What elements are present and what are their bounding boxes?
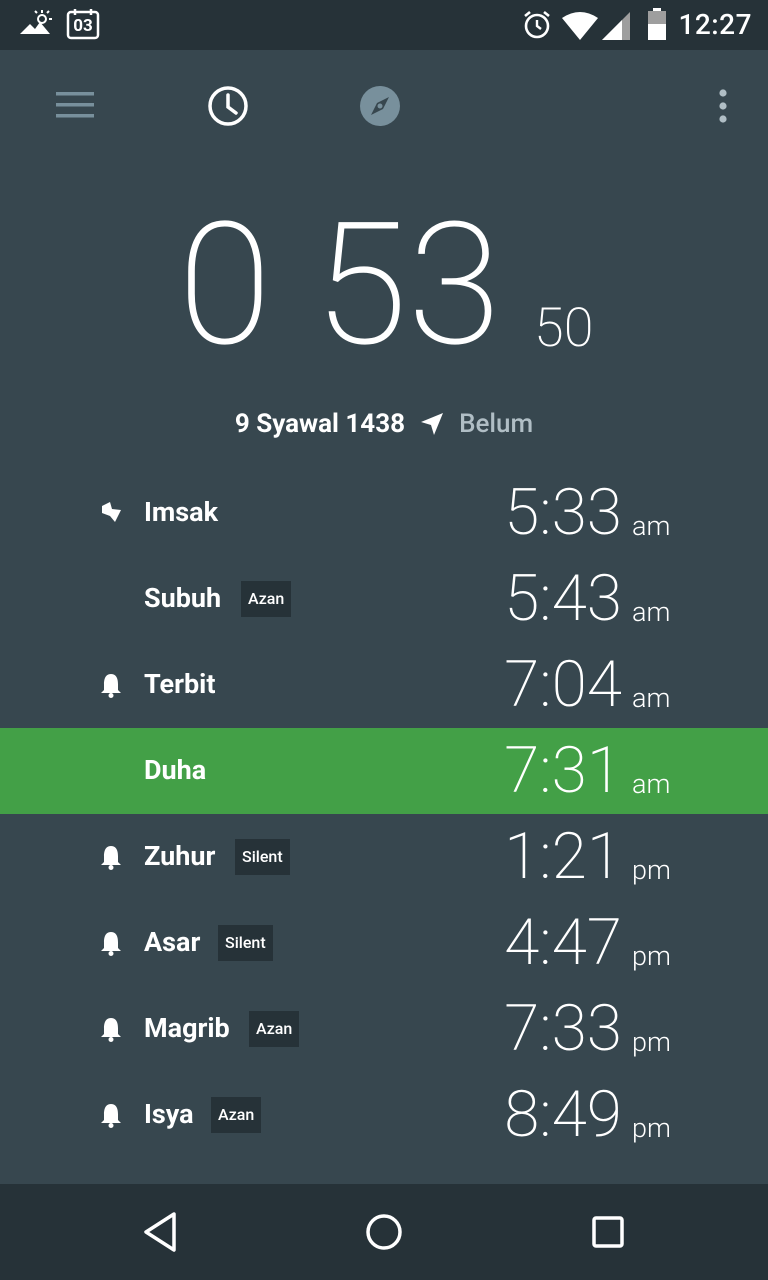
prayer-row-imsak[interactable]: Imsak 5:33 am — [0, 470, 768, 556]
prayer-time: 8:49 — [504, 1077, 622, 1152]
prayer-badge: Silent — [235, 839, 290, 875]
countdown-hours: 0 — [178, 185, 272, 385]
prayer-time: 7:31 — [504, 733, 622, 808]
prayer-ampm: am — [632, 596, 671, 628]
prayer-name: Asar — [144, 926, 201, 958]
bell-icon[interactable] — [99, 1016, 123, 1042]
prayer-times-list: Imsak 5:33 am Subuh Azan 5:43 am Terbit … — [0, 470, 768, 1158]
compass-icon[interactable] — [358, 84, 402, 132]
status-time: 12:27 — [678, 8, 752, 41]
prayer-row-duha[interactable]: Duha 7:31 am — [0, 728, 768, 814]
prayer-time: 1:21 — [504, 819, 622, 894]
overflow-icon[interactable] — [716, 88, 730, 128]
prayer-row-terbit[interactable]: Terbit 7:04 am — [0, 642, 768, 728]
prayer-row-isya[interactable]: Isya Azan 8:49 pm — [0, 1072, 768, 1158]
home-icon[interactable] — [364, 1210, 404, 1258]
location-label[interactable]: Belum — [459, 409, 533, 439]
prayer-ampm: am — [632, 682, 671, 714]
recents-icon[interactable] — [590, 1210, 626, 1258]
prayer-name: Imsak — [144, 496, 219, 528]
countdown: 0 53 50 — [0, 200, 768, 380]
clock-icon[interactable] — [206, 84, 250, 132]
prayer-badge: Silent — [218, 925, 273, 961]
prayer-ampm: am — [632, 768, 671, 800]
calendar-day-label: 03 — [73, 16, 93, 36]
countdown-minutes: 53 — [314, 185, 502, 385]
prayer-ampm: pm — [632, 1026, 671, 1058]
prayer-name: Duha — [144, 754, 207, 786]
prayer-badge: Azan — [211, 1097, 262, 1133]
prayer-badge: Azan — [249, 1011, 300, 1047]
prayer-row-asar[interactable]: Asar Silent 4:47 pm — [0, 900, 768, 986]
prayer-ampm: pm — [632, 940, 671, 972]
prayer-name: Terbit — [144, 668, 216, 700]
prayer-time: 7:33 — [504, 991, 622, 1066]
prayer-name: Magrib — [144, 1012, 230, 1044]
prayer-ampm: pm — [632, 854, 671, 886]
prayer-badge: Azan — [241, 581, 292, 617]
calendar-icon: 03 — [66, 8, 100, 40]
signal-icon — [600, 10, 632, 44]
bell-icon[interactable] — [99, 930, 123, 956]
status-bar: 03 12:27 — [0, 0, 768, 50]
prayer-time: 4:47 — [504, 905, 622, 980]
prayer-name: Zuhur — [144, 840, 216, 872]
countdown-seconds: 50 — [534, 297, 594, 360]
imsak-icon[interactable] — [99, 500, 123, 526]
bell-icon[interactable] — [99, 672, 123, 698]
bell-icon[interactable] — [99, 844, 123, 870]
navigation-bar — [0, 1184, 768, 1280]
hijri-date: 9 Syawal 1438 — [234, 409, 406, 439]
back-icon[interactable] — [140, 1210, 180, 1258]
menu-icon[interactable] — [56, 92, 96, 124]
bell-icon[interactable] — [99, 1102, 123, 1128]
prayer-row-zuhur[interactable]: Zuhur Silent 1:21 pm — [0, 814, 768, 900]
battery-icon — [647, 8, 667, 44]
weather-sunny-icon — [18, 10, 52, 42]
prayer-time: 5:43 — [504, 561, 622, 636]
wifi-icon — [562, 12, 598, 44]
prayer-row-magrib[interactable]: Magrib Azan 7:33 pm — [0, 986, 768, 1072]
prayer-name: Subuh — [144, 582, 222, 614]
alarm-icon — [522, 10, 552, 44]
prayer-time: 7:04 — [504, 647, 622, 722]
date-line: 9 Syawal 1438 Belum — [0, 404, 768, 444]
toolbar — [0, 50, 768, 162]
prayer-ampm: am — [632, 510, 671, 542]
prayer-row-subuh[interactable]: Subuh Azan 5:43 am — [0, 556, 768, 642]
prayer-time: 5:33 — [504, 475, 622, 550]
prayer-ampm: pm — [632, 1112, 671, 1144]
prayer-name: Isya — [144, 1098, 194, 1130]
location-arrow-icon[interactable] — [419, 411, 445, 437]
